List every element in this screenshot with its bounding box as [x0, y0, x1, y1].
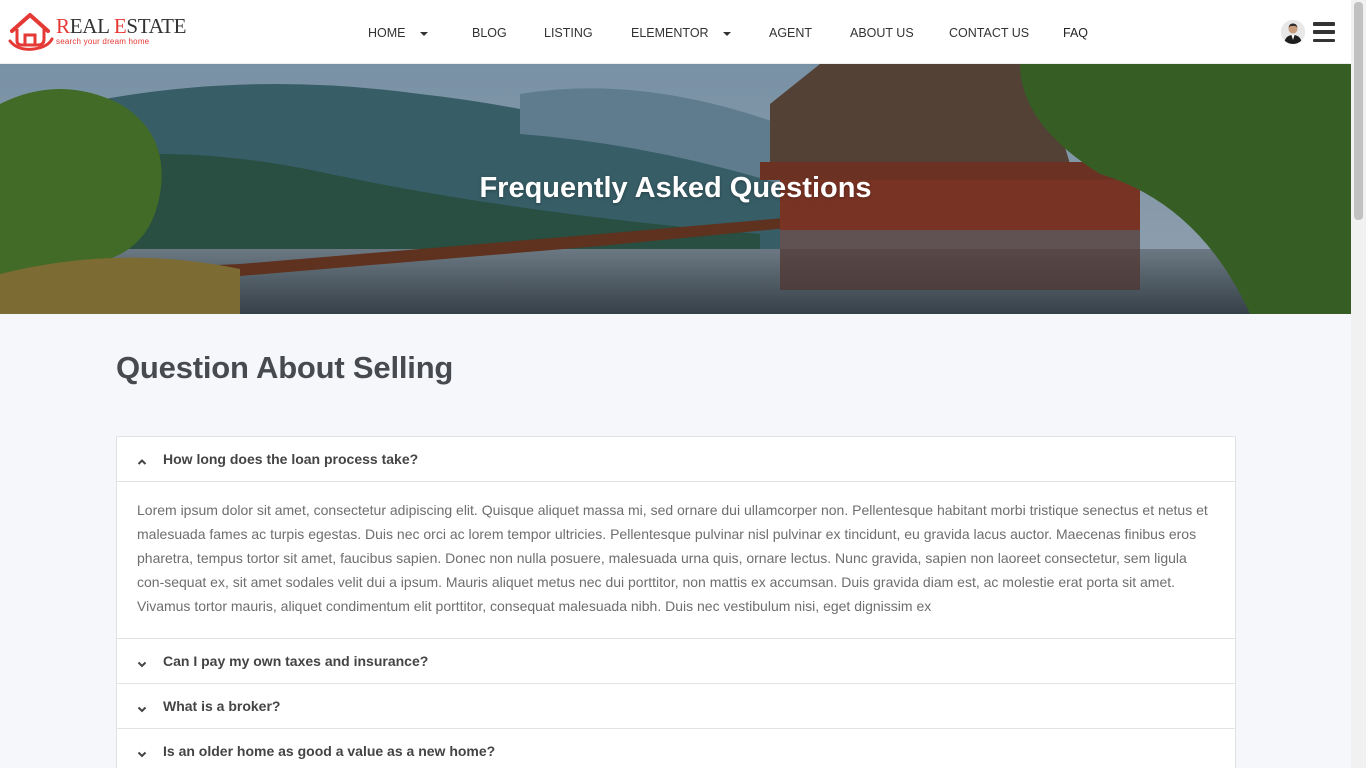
- faq-item: Is an older home as good a value as a ne…: [117, 729, 1235, 768]
- nav-listing[interactable]: LISTING: [544, 26, 593, 40]
- nav-faq[interactable]: FAQ: [1063, 26, 1088, 40]
- chevron-down-icon: [137, 656, 147, 668]
- faq-question-toggle[interactable]: What is a broker?: [117, 684, 1235, 728]
- nav-contact-us[interactable]: CONTACT US: [949, 26, 1029, 40]
- hero-banner: Frequently Asked Questions: [0, 64, 1351, 314]
- nav-home[interactable]: HOME: [368, 26, 428, 40]
- hero-title: Frequently Asked Questions: [479, 172, 872, 204]
- hamburger-menu-icon[interactable]: [1313, 22, 1335, 42]
- faq-answer: Lorem ipsum dolor sit amet, consectetur …: [117, 481, 1235, 638]
- avatar-icon[interactable]: [1281, 20, 1305, 44]
- nav-about-us-label: ABOUT US: [850, 26, 914, 40]
- faq-question: Can I pay my own taxes and insurance?: [163, 653, 429, 669]
- faq-question-toggle[interactable]: Is an older home as good a value as a ne…: [117, 729, 1235, 768]
- caret-down-icon: [722, 32, 731, 36]
- site-logo[interactable]: REAL ESTATE search your dream home: [8, 11, 186, 51]
- faq-accordion: How long does the loan process take? Lor…: [116, 436, 1236, 768]
- nav-faq-label: FAQ: [1063, 26, 1089, 40]
- scrollbar-thumb[interactable]: [1354, 2, 1363, 220]
- caret-down-icon: [419, 32, 428, 36]
- nav-contact-us-label: CONTACT US: [949, 26, 1030, 40]
- nav-about-us[interactable]: ABOUT US: [850, 26, 914, 40]
- chevron-down-icon: [137, 701, 147, 713]
- faq-question-toggle[interactable]: Can I pay my own taxes and insurance?: [117, 639, 1235, 683]
- site-header: REAL ESTATE search your dream home HOME …: [0, 0, 1351, 64]
- faq-question: How long does the loan process take?: [163, 451, 419, 467]
- brand-tagline: search your dream home: [56, 37, 150, 46]
- section-title: Question About Selling: [116, 350, 454, 385]
- nav-elementor[interactable]: ELEMENTOR: [631, 26, 731, 40]
- nav-elementor-label: ELEMENTOR: [631, 26, 709, 40]
- faq-question: Is an older home as good a value as a ne…: [163, 743, 496, 759]
- chevron-up-icon: [137, 454, 147, 465]
- page-scrollbar[interactable]: [1351, 0, 1366, 768]
- brand-name: REAL ESTATE: [56, 14, 187, 38]
- chevron-down-icon: [137, 746, 147, 758]
- nav-blog[interactable]: BLOG: [472, 26, 507, 40]
- faq-item: Can I pay my own taxes and insurance?: [117, 639, 1235, 684]
- house-logo-icon: [8, 11, 54, 51]
- faq-question: What is a broker?: [163, 698, 281, 714]
- faq-item: What is a broker?: [117, 684, 1235, 729]
- faq-item: How long does the loan process take? Lor…: [117, 437, 1235, 639]
- nav-agent-label: AGENT: [769, 26, 813, 40]
- nav-listing-label: LISTING: [544, 26, 593, 40]
- nav-agent[interactable]: AGENT: [769, 26, 812, 40]
- nav-home-label: HOME: [368, 26, 406, 40]
- nav-blog-label: BLOG: [472, 26, 507, 40]
- faq-question-toggle[interactable]: How long does the loan process take?: [117, 437, 1235, 481]
